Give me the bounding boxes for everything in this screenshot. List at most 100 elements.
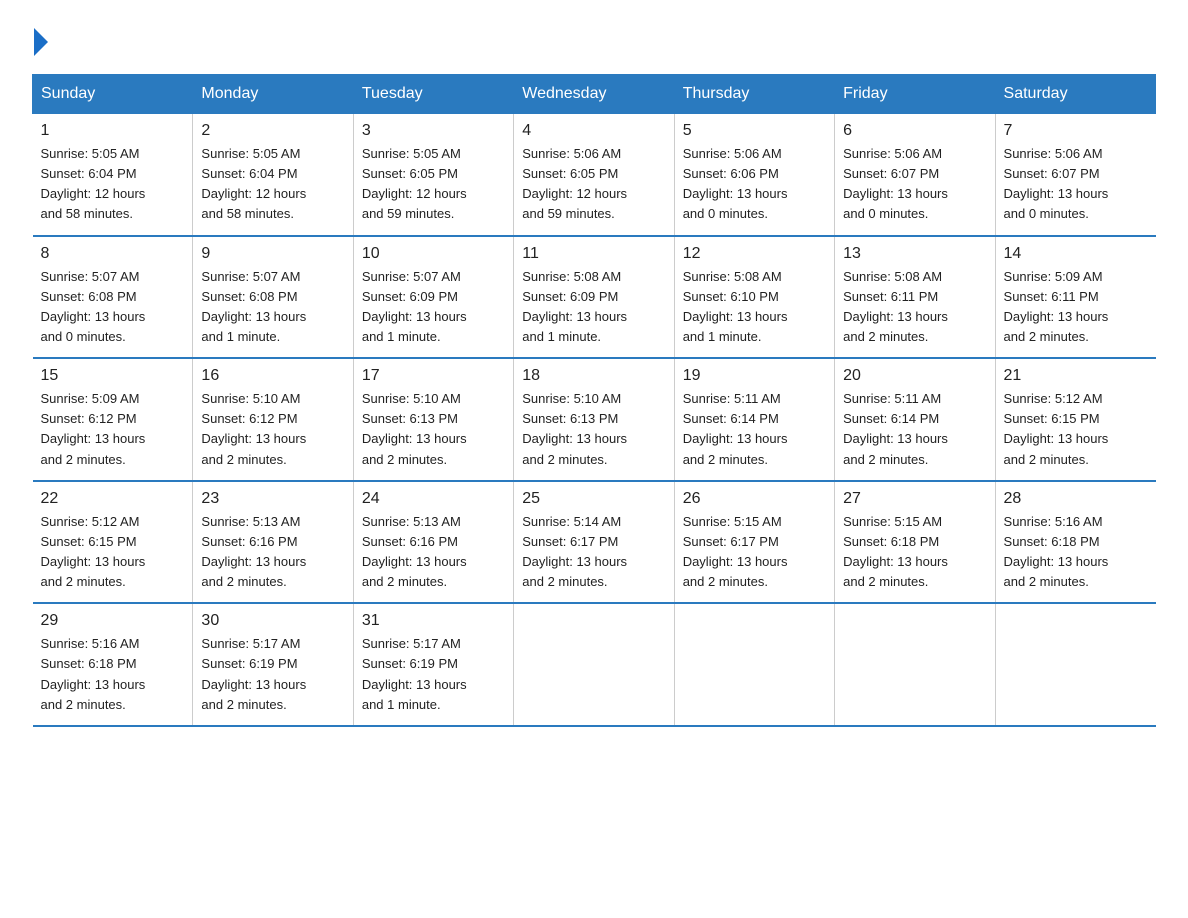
sunrise-text: Sunrise: 5:12 AM: [41, 514, 140, 529]
sunset-text: Sunset: 6:08 PM: [41, 289, 137, 304]
daylight-text: Daylight: 13 hoursand 1 minute.: [522, 309, 627, 344]
day-number: 24: [362, 490, 505, 508]
sunrise-text: Sunrise: 5:11 AM: [843, 391, 941, 406]
daylight-text: Daylight: 13 hoursand 2 minutes.: [843, 431, 948, 466]
day-number: 13: [843, 245, 986, 263]
column-header-saturday: Saturday: [995, 75, 1155, 114]
sunset-text: Sunset: 6:10 PM: [683, 289, 779, 304]
day-number: 22: [41, 490, 185, 508]
sunset-text: Sunset: 6:13 PM: [522, 411, 618, 426]
day-info: Sunrise: 5:11 AM Sunset: 6:14 PM Dayligh…: [683, 389, 826, 470]
sunrise-text: Sunrise: 5:08 AM: [522, 269, 621, 284]
calendar-table: SundayMondayTuesdayWednesdayThursdayFrid…: [32, 74, 1156, 727]
sunrise-text: Sunrise: 5:13 AM: [201, 514, 300, 529]
day-info: Sunrise: 5:14 AM Sunset: 6:17 PM Dayligh…: [522, 512, 665, 593]
day-info: Sunrise: 5:06 AM Sunset: 6:07 PM Dayligh…: [843, 144, 986, 225]
day-number: 16: [201, 367, 344, 385]
daylight-text: Daylight: 13 hoursand 2 minutes.: [1004, 309, 1109, 344]
day-info: Sunrise: 5:07 AM Sunset: 6:09 PM Dayligh…: [362, 267, 505, 348]
day-info: Sunrise: 5:10 AM Sunset: 6:13 PM Dayligh…: [362, 389, 505, 470]
calendar-cell: 8 Sunrise: 5:07 AM Sunset: 6:08 PM Dayli…: [33, 236, 193, 359]
sunrise-text: Sunrise: 5:06 AM: [843, 146, 942, 161]
day-number: 7: [1004, 122, 1148, 140]
column-header-thursday: Thursday: [674, 75, 834, 114]
day-info: Sunrise: 5:09 AM Sunset: 6:11 PM Dayligh…: [1004, 267, 1148, 348]
day-number: 19: [683, 367, 826, 385]
day-number: 5: [683, 122, 826, 140]
calendar-cell: 14 Sunrise: 5:09 AM Sunset: 6:11 PM Dayl…: [995, 236, 1155, 359]
calendar-week-row: 15 Sunrise: 5:09 AM Sunset: 6:12 PM Dayl…: [33, 358, 1156, 481]
daylight-text: Daylight: 13 hoursand 2 minutes.: [522, 554, 627, 589]
calendar-cell: 6 Sunrise: 5:06 AM Sunset: 6:07 PM Dayli…: [835, 114, 995, 236]
day-info: Sunrise: 5:10 AM Sunset: 6:13 PM Dayligh…: [522, 389, 665, 470]
daylight-text: Daylight: 13 hoursand 2 minutes.: [1004, 431, 1109, 466]
day-number: 31: [362, 612, 505, 630]
daylight-text: Daylight: 12 hoursand 59 minutes.: [362, 186, 467, 221]
sunrise-text: Sunrise: 5:16 AM: [41, 636, 140, 651]
day-info: Sunrise: 5:07 AM Sunset: 6:08 PM Dayligh…: [41, 267, 185, 348]
sunset-text: Sunset: 6:13 PM: [362, 411, 458, 426]
day-info: Sunrise: 5:08 AM Sunset: 6:10 PM Dayligh…: [683, 267, 826, 348]
day-number: 30: [201, 612, 344, 630]
sunset-text: Sunset: 6:12 PM: [41, 411, 137, 426]
sunrise-text: Sunrise: 5:06 AM: [683, 146, 782, 161]
daylight-text: Daylight: 13 hoursand 0 minutes.: [683, 186, 788, 221]
day-info: Sunrise: 5:11 AM Sunset: 6:14 PM Dayligh…: [843, 389, 986, 470]
day-number: 12: [683, 245, 826, 263]
sunrise-text: Sunrise: 5:10 AM: [522, 391, 621, 406]
sunset-text: Sunset: 6:14 PM: [843, 411, 939, 426]
sunset-text: Sunset: 6:17 PM: [522, 534, 618, 549]
day-number: 20: [843, 367, 986, 385]
calendar-cell: 1 Sunrise: 5:05 AM Sunset: 6:04 PM Dayli…: [33, 114, 193, 236]
daylight-text: Daylight: 13 hoursand 2 minutes.: [41, 554, 146, 589]
day-number: 27: [843, 490, 986, 508]
calendar-cell: 28 Sunrise: 5:16 AM Sunset: 6:18 PM Dayl…: [995, 481, 1155, 604]
day-number: 3: [362, 122, 505, 140]
day-info: Sunrise: 5:16 AM Sunset: 6:18 PM Dayligh…: [1004, 512, 1148, 593]
daylight-text: Daylight: 13 hoursand 0 minutes.: [1004, 186, 1109, 221]
day-number: 18: [522, 367, 665, 385]
calendar-cell: 18 Sunrise: 5:10 AM Sunset: 6:13 PM Dayl…: [514, 358, 674, 481]
sunrise-text: Sunrise: 5:08 AM: [683, 269, 782, 284]
sunrise-text: Sunrise: 5:10 AM: [201, 391, 300, 406]
calendar-cell: 21 Sunrise: 5:12 AM Sunset: 6:15 PM Dayl…: [995, 358, 1155, 481]
sunrise-text: Sunrise: 5:06 AM: [522, 146, 621, 161]
column-header-monday: Monday: [193, 75, 353, 114]
calendar-week-row: 1 Sunrise: 5:05 AM Sunset: 6:04 PM Dayli…: [33, 114, 1156, 236]
sunset-text: Sunset: 6:19 PM: [201, 656, 297, 671]
day-info: Sunrise: 5:12 AM Sunset: 6:15 PM Dayligh…: [41, 512, 185, 593]
calendar-week-row: 8 Sunrise: 5:07 AM Sunset: 6:08 PM Dayli…: [33, 236, 1156, 359]
sunset-text: Sunset: 6:09 PM: [362, 289, 458, 304]
day-info: Sunrise: 5:16 AM Sunset: 6:18 PM Dayligh…: [41, 634, 185, 715]
day-number: 28: [1004, 490, 1148, 508]
calendar-cell: [835, 603, 995, 726]
calendar-cell: 9 Sunrise: 5:07 AM Sunset: 6:08 PM Dayli…: [193, 236, 353, 359]
calendar-cell: 20 Sunrise: 5:11 AM Sunset: 6:14 PM Dayl…: [835, 358, 995, 481]
sunrise-text: Sunrise: 5:05 AM: [201, 146, 300, 161]
day-info: Sunrise: 5:13 AM Sunset: 6:16 PM Dayligh…: [362, 512, 505, 593]
daylight-text: Daylight: 13 hoursand 2 minutes.: [683, 554, 788, 589]
sunset-text: Sunset: 6:11 PM: [843, 289, 938, 304]
calendar-cell: [674, 603, 834, 726]
calendar-cell: 3 Sunrise: 5:05 AM Sunset: 6:05 PM Dayli…: [353, 114, 513, 236]
day-number: 11: [522, 245, 665, 263]
sunrise-text: Sunrise: 5:12 AM: [1004, 391, 1103, 406]
sunset-text: Sunset: 6:17 PM: [683, 534, 779, 549]
sunrise-text: Sunrise: 5:13 AM: [362, 514, 461, 529]
sunrise-text: Sunrise: 5:15 AM: [683, 514, 782, 529]
day-number: 14: [1004, 245, 1148, 263]
daylight-text: Daylight: 13 hoursand 2 minutes.: [201, 554, 306, 589]
calendar-cell: [514, 603, 674, 726]
calendar-cell: 15 Sunrise: 5:09 AM Sunset: 6:12 PM Dayl…: [33, 358, 193, 481]
calendar-cell: 23 Sunrise: 5:13 AM Sunset: 6:16 PM Dayl…: [193, 481, 353, 604]
calendar-cell: [995, 603, 1155, 726]
sunrise-text: Sunrise: 5:07 AM: [201, 269, 300, 284]
daylight-text: Daylight: 13 hoursand 1 minute.: [201, 309, 306, 344]
day-number: 29: [41, 612, 185, 630]
sunset-text: Sunset: 6:08 PM: [201, 289, 297, 304]
day-number: 23: [201, 490, 344, 508]
day-info: Sunrise: 5:12 AM Sunset: 6:15 PM Dayligh…: [1004, 389, 1148, 470]
calendar-cell: 12 Sunrise: 5:08 AM Sunset: 6:10 PM Dayl…: [674, 236, 834, 359]
sunrise-text: Sunrise: 5:09 AM: [41, 391, 140, 406]
day-number: 6: [843, 122, 986, 140]
